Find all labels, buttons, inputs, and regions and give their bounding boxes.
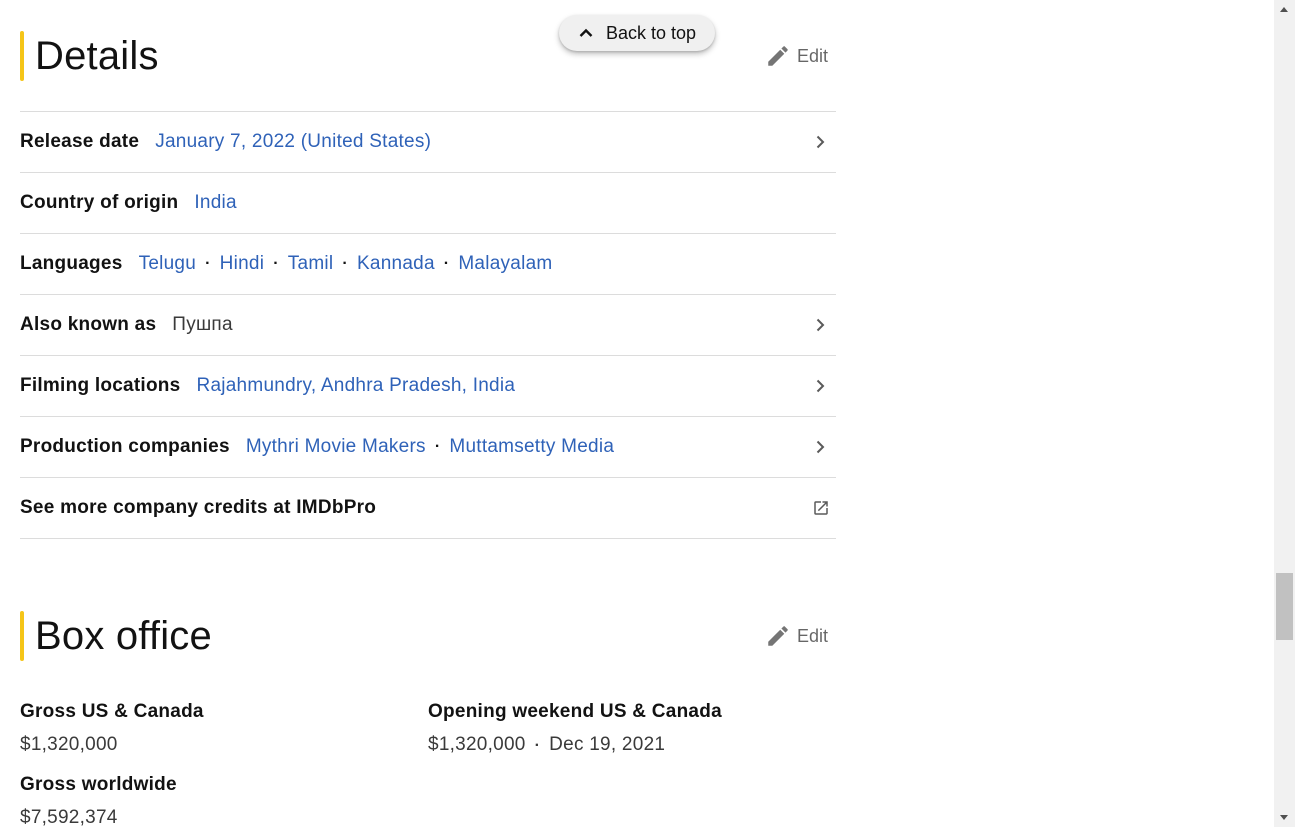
opening-weekend-label: Opening weekend US & Canada bbox=[428, 701, 722, 722]
gross-us-label: Gross US & Canada bbox=[20, 701, 204, 722]
production-values: Mythri Movie Makers · Muttamsetty Media bbox=[246, 436, 614, 458]
back-to-top-button[interactable]: Back to top bbox=[559, 15, 715, 51]
page: Details Edit Release date January 7, 202… bbox=[0, 0, 1295, 827]
separator-dot: · bbox=[443, 255, 450, 272]
chevron-right-icon[interactable] bbox=[812, 439, 828, 455]
section-accent-bar bbox=[20, 31, 24, 81]
imdbpro-label[interactable]: See more company credits at IMDbPro bbox=[20, 497, 376, 519]
section-accent-bar bbox=[20, 611, 24, 661]
gross-worldwide-label: Gross worldwide bbox=[20, 774, 177, 795]
production-company-link[interactable]: Muttamsetty Media bbox=[449, 436, 614, 458]
detail-row-production-companies[interactable]: Production companies Mythri Movie Makers… bbox=[20, 417, 836, 478]
pencil-icon bbox=[768, 626, 788, 646]
opening-weekend-date: Dec 19, 2021 bbox=[549, 734, 666, 755]
aka-label: Also known as bbox=[20, 314, 157, 335]
detail-row-languages: Languages Telugu · Hindi · Tamil · Kanna… bbox=[20, 234, 836, 295]
pencil-icon bbox=[768, 46, 788, 66]
languages-values: Telugu · Hindi · Tamil · Kannada · Malay… bbox=[139, 253, 553, 275]
separator-dot: · bbox=[434, 438, 441, 455]
opening-weekend-value: $1,320,000 · Dec 19, 2021 bbox=[428, 733, 828, 757]
production-company-link[interactable]: Mythri Movie Makers bbox=[246, 436, 426, 458]
filming-label: Filming locations bbox=[20, 375, 181, 396]
detail-row-also-known-as[interactable]: Also known as Пушпа bbox=[20, 295, 836, 356]
country-values: India bbox=[194, 192, 236, 214]
details-edit-button[interactable]: Edit bbox=[765, 41, 828, 71]
separator-dot: · bbox=[205, 255, 211, 272]
chevron-right-icon[interactable] bbox=[812, 317, 828, 333]
separator-dot: · bbox=[273, 255, 279, 272]
filming-values: Rajahmundry, Andhra Pradesh, India bbox=[196, 375, 515, 397]
language-link[interactable]: Telugu bbox=[139, 253, 197, 275]
details-list: Release date January 7, 2022 (United Sta… bbox=[20, 111, 836, 539]
separator-dot: · bbox=[342, 255, 348, 272]
release-date-label: Release date bbox=[20, 131, 140, 152]
language-link[interactable]: Kannada bbox=[357, 253, 435, 275]
aka-value: Пушпа bbox=[172, 314, 233, 335]
box-office-title: Box office bbox=[35, 614, 212, 658]
chevron-right-icon[interactable] bbox=[812, 378, 828, 394]
release-date-values: January 7, 2022 (United States) bbox=[155, 131, 431, 153]
aka-values: Пушпа bbox=[172, 314, 233, 336]
gross-us-value: $1,320,000 bbox=[20, 734, 118, 755]
release-date-link[interactable]: January 7, 2022 (United States) bbox=[155, 131, 431, 153]
scroll-down-arrow-icon[interactable] bbox=[1280, 815, 1288, 820]
detail-row-imdbpro-link[interactable]: See more company credits at IMDbPro bbox=[20, 478, 836, 539]
scrollbar-thumb[interactable] bbox=[1276, 573, 1293, 640]
separator-dot: · bbox=[534, 737, 541, 754]
country-label: Country of origin bbox=[20, 192, 179, 213]
detail-row-release-date[interactable]: Release date January 7, 2022 (United Sta… bbox=[20, 112, 836, 173]
chevron-right-icon[interactable] bbox=[812, 134, 828, 150]
detail-row-country: Country of origin India bbox=[20, 173, 836, 234]
scroll-up-arrow-icon[interactable] bbox=[1280, 7, 1288, 12]
opening-weekend-amount: $1,320,000 bbox=[428, 734, 526, 755]
box-office-edit-button[interactable]: Edit bbox=[765, 621, 828, 651]
opening-weekend: Opening weekend US & Canada $1,320,000 · D… bbox=[428, 700, 828, 757]
edit-label: Edit bbox=[796, 625, 828, 646]
gross-us-canada: Gross US & Canada $1,320,000 bbox=[20, 700, 420, 757]
external-link-icon[interactable] bbox=[812, 499, 830, 517]
edit-label: Edit bbox=[796, 45, 828, 66]
language-link[interactable]: Malayalam bbox=[458, 253, 552, 275]
production-label: Production companies bbox=[20, 436, 230, 457]
gross-worldwide-value: $7,592,374 bbox=[20, 807, 118, 827]
details-title: Details bbox=[35, 34, 159, 78]
vertical-scrollbar[interactable] bbox=[1274, 0, 1295, 827]
filming-location-link[interactable]: Rajahmundry, Andhra Pradesh, India bbox=[196, 375, 515, 397]
gross-worldwide: Gross worldwide $7,592,374 bbox=[20, 773, 420, 827]
language-link[interactable]: Hindi bbox=[220, 253, 265, 275]
languages-label: Languages bbox=[20, 253, 123, 274]
detail-row-filming-locations[interactable]: Filming locations Rajahmundry, Andhra Pr… bbox=[20, 356, 836, 417]
back-to-top-label: Back to top bbox=[605, 22, 697, 43]
language-link[interactable]: Tamil bbox=[288, 253, 334, 275]
country-link[interactable]: India bbox=[194, 192, 236, 214]
chevron-up-icon bbox=[579, 28, 593, 37]
box-office-section-header: Box office Edit bbox=[20, 611, 836, 663]
